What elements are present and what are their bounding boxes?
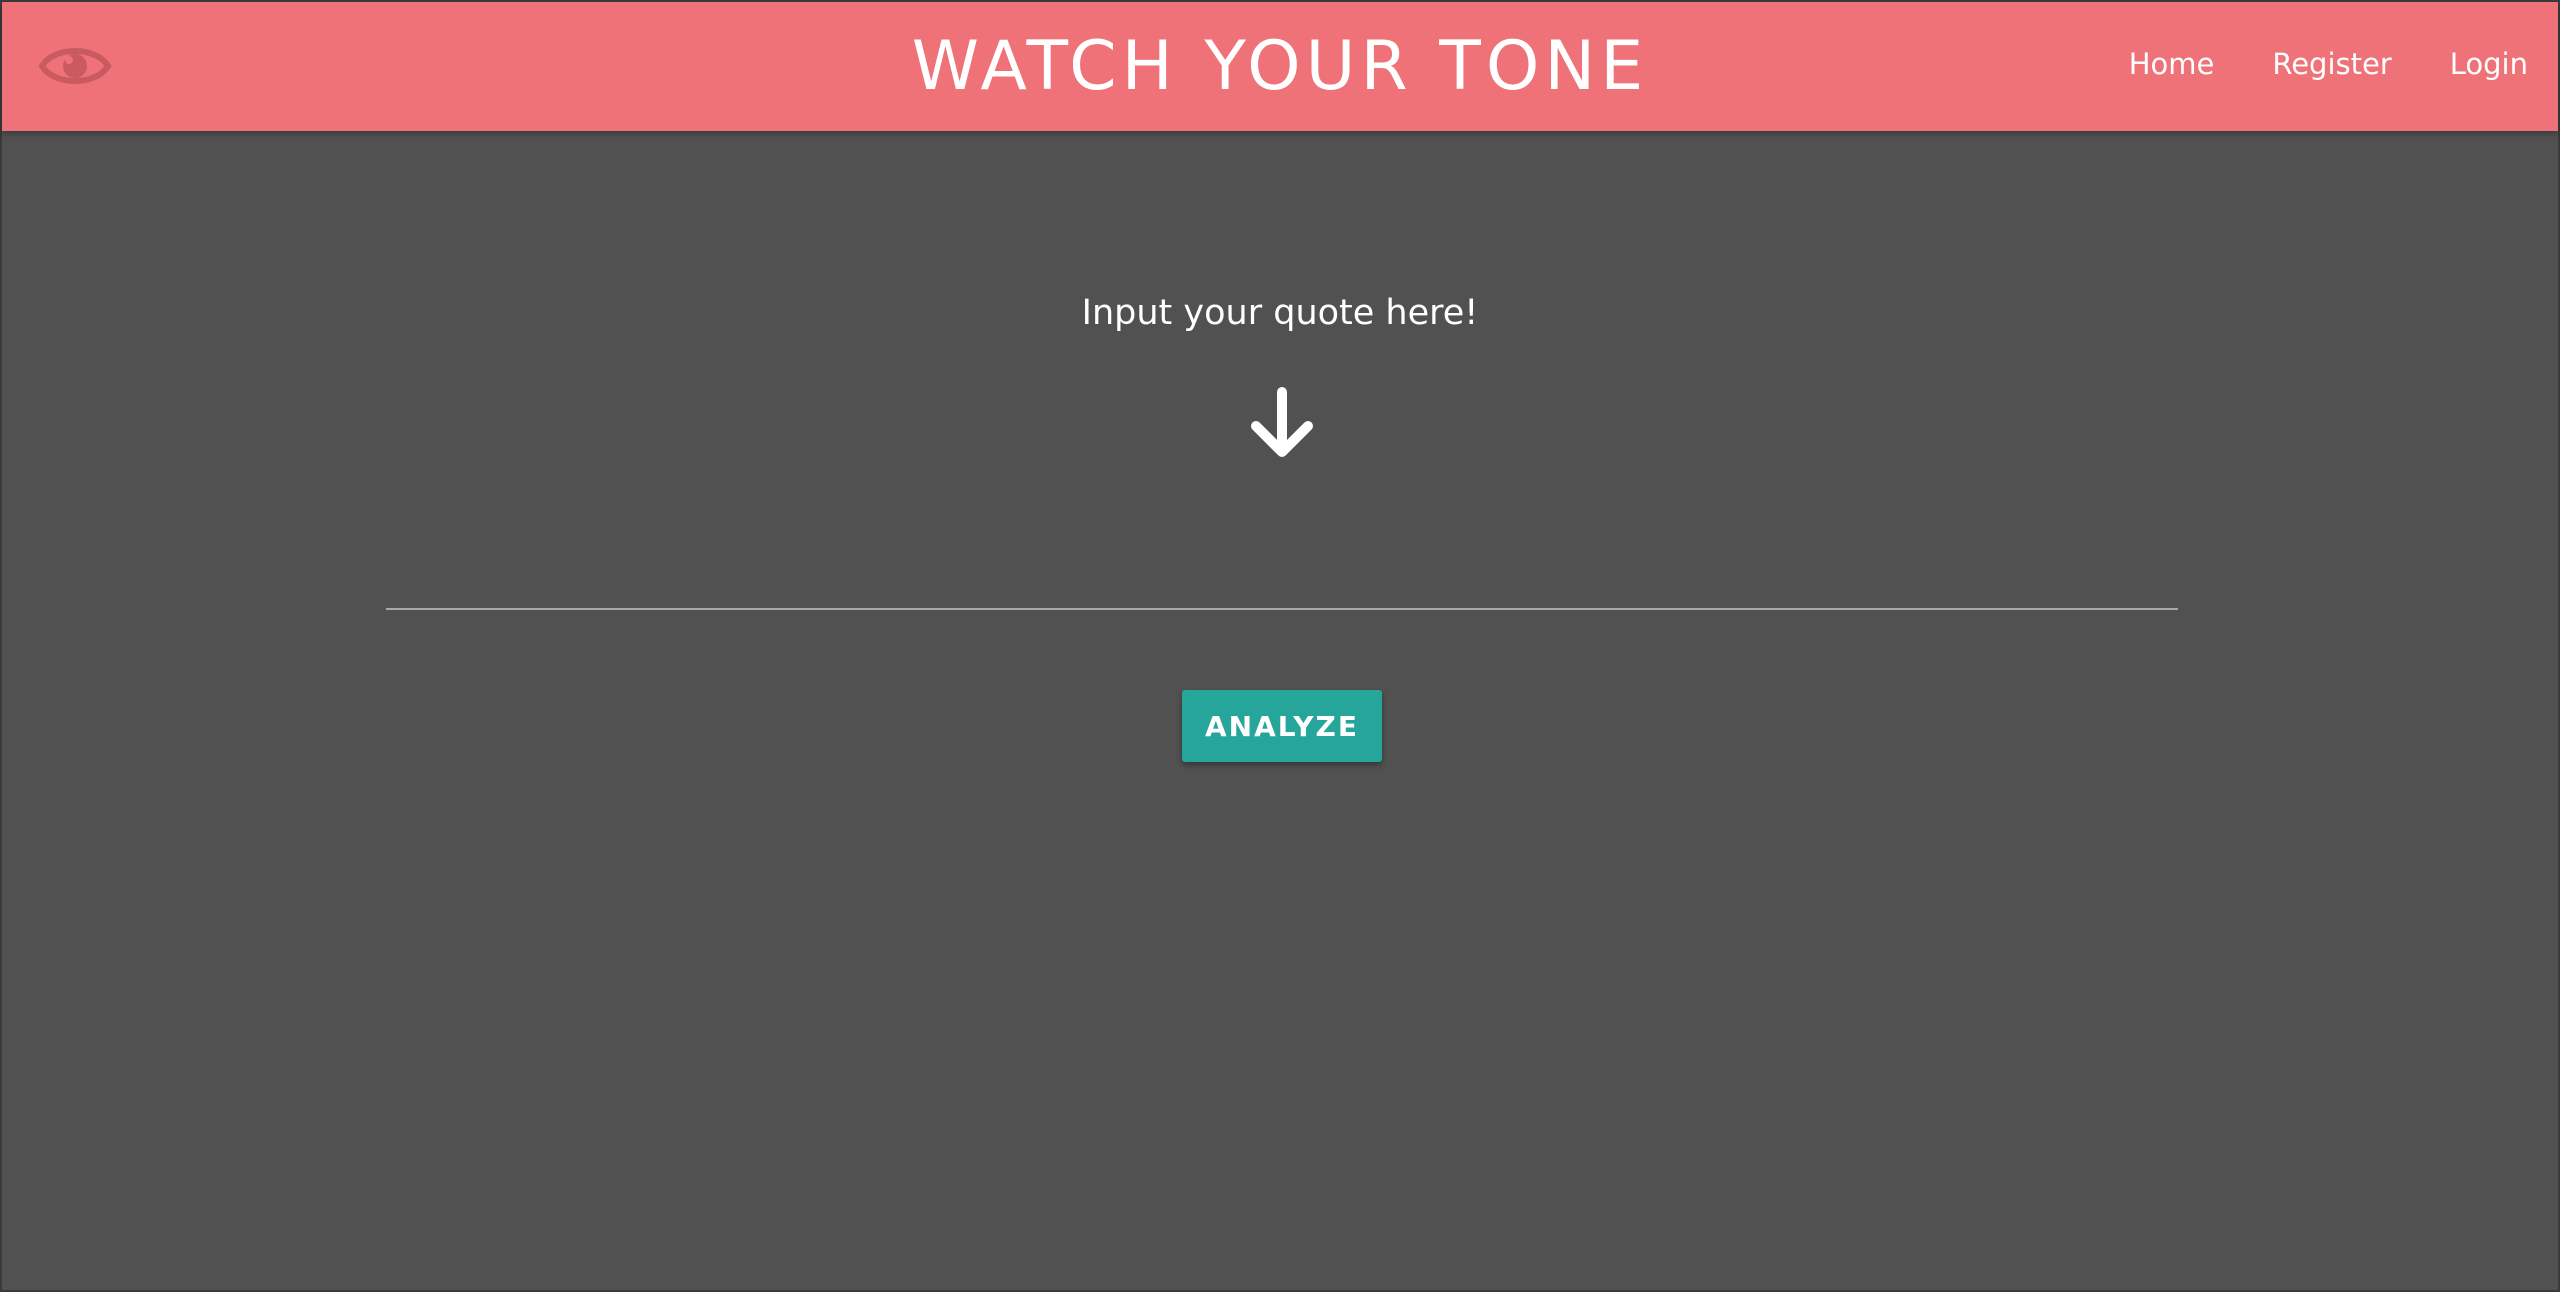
eye-icon[interactable] bbox=[38, 38, 112, 94]
nav-links: Home Register Login bbox=[2129, 42, 2528, 86]
nav-home-link[interactable]: Home bbox=[2129, 42, 2215, 86]
nav-register-link[interactable]: Register bbox=[2272, 42, 2391, 86]
quote-input[interactable] bbox=[386, 562, 2178, 610]
arrow-down-icon bbox=[1246, 384, 1318, 464]
page: WATCH YOUR TONE Home Register Login Inpu… bbox=[0, 0, 2560, 1292]
site-title-link[interactable]: WATCH YOUR TONE bbox=[912, 27, 1648, 106]
navbar: WATCH YOUR TONE Home Register Login bbox=[2, 2, 2558, 131]
quote-prompt: Input your quote here! bbox=[1081, 293, 1479, 333]
analyze-button[interactable]: ANALYZE bbox=[1182, 690, 1382, 762]
nav-login-link[interactable]: Login bbox=[2450, 42, 2528, 86]
